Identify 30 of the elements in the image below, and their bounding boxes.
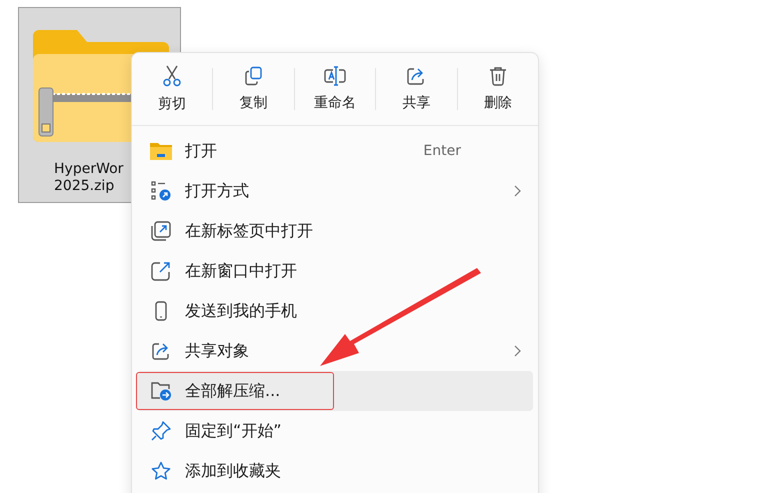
file-name: 2025.zip: [54, 178, 116, 194]
menu-item[interactable]: 固定到“开始”: [137, 411, 533, 451]
rename-icon: [324, 66, 346, 86]
shortcut-label: Enter: [423, 143, 461, 159]
file-name: HyperWor: [54, 161, 124, 177]
chevron-right-icon: [514, 345, 521, 357]
extract-folder-icon: [150, 381, 172, 401]
new-window-icon: [151, 261, 171, 281]
menu-item[interactable]: 发送到我的手机: [137, 291, 533, 331]
menu-item[interactable]: 全部解压缩...: [137, 371, 533, 411]
copy-icon: [244, 66, 264, 86]
share-icon: [151, 341, 171, 361]
share-icon: [406, 66, 426, 86]
toolbar-button[interactable]: 删除: [458, 53, 538, 125]
scissors-icon: [162, 65, 182, 87]
toolbar-button[interactable]: 复制: [213, 53, 294, 125]
menu-item[interactable]: 共享对象: [137, 331, 533, 371]
toolbar-button[interactable]: 共享: [376, 53, 457, 125]
menu-item[interactable]: 在新窗口中打开: [137, 251, 533, 291]
chevron-right-icon: [514, 185, 521, 197]
new-tab-icon: [151, 221, 171, 241]
folder-icon: [150, 142, 172, 160]
menu-item[interactable]: 添加到收藏夹: [137, 451, 533, 491]
open-with-icon: [151, 181, 171, 201]
toolbar-button[interactable]: 重命名: [294, 53, 376, 125]
star-icon: [151, 461, 171, 481]
trash-icon: [488, 66, 507, 86]
pin-icon: [151, 421, 171, 441]
menu-item[interactable]: 在新标签页中打开: [137, 211, 533, 251]
phone-icon: [155, 301, 167, 321]
